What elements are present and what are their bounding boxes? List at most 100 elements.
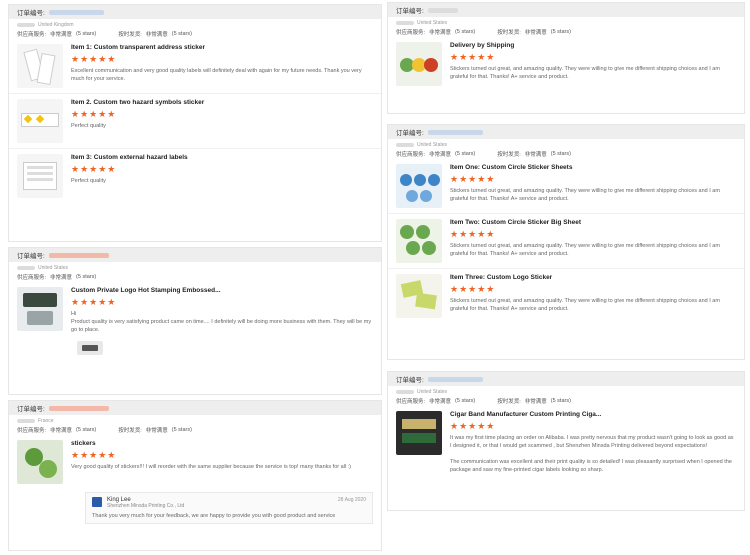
order-header: 订单编号: [9, 5, 381, 19]
order-number-redacted [427, 376, 483, 382]
ontime-label: 按时发货: [118, 427, 142, 434]
ontime-value: 非常满意 [524, 29, 547, 36]
review-item: stickers ★★★★★ Very good quality of stic… [9, 435, 381, 489]
product-image[interactable] [396, 42, 442, 86]
star-rating: ★★★★★ [450, 421, 496, 431]
ontime-label: 按时发货: [497, 398, 521, 405]
buyer-info: United States [388, 17, 744, 26]
item-title[interactable]: Item Three: Custom Logo Sticker [450, 274, 736, 281]
item-title[interactable]: Custom Private Logo Hot Stamping Embosse… [71, 287, 373, 294]
ratings-row: 供应商服务: 非常满意 (5 stars) [9, 271, 381, 282]
ontime-label: 按时发货: [497, 151, 521, 158]
buyer-country: France [38, 418, 54, 424]
star-rating: ★★★★★ [71, 54, 117, 64]
ontime-value: 非常满意 [145, 427, 168, 434]
ontime-stars: (5 stars) [171, 30, 192, 37]
order-number-redacted [427, 129, 483, 135]
ontime-stars: (5 stars) [550, 397, 571, 404]
buyer-country: United States [417, 142, 448, 148]
product-image[interactable] [396, 411, 442, 455]
buyer-info: United States [9, 262, 381, 271]
review-item: Item 2. Custom two hazard symbols sticke… [9, 94, 381, 149]
supplier-reply: King Lee Shenzhen Minsda Printing Co., L… [85, 492, 373, 524]
review-item: Item One: Custom Circle Sticker Sheets ★… [388, 159, 744, 214]
ontime-label: 按时发货: [118, 31, 142, 38]
product-image[interactable] [396, 219, 442, 263]
order-number-label: 订单编号: [396, 377, 424, 384]
buyer-country: United States [417, 389, 448, 395]
item-title[interactable]: Item 1: Custom transparent address stick… [71, 44, 373, 51]
order-card-right-1: 订单编号: United States 供应商服务: 非常满意 (5 stars… [387, 2, 745, 114]
product-image[interactable] [396, 274, 442, 318]
review-item: Cigar Band Manufacturer Custom Printing … [388, 406, 744, 479]
buyer-name-redacted [396, 143, 414, 147]
order-number-redacted [48, 9, 104, 15]
product-image[interactable] [17, 99, 63, 143]
star-rating: ★★★★★ [71, 297, 117, 307]
ontime-value: 非常满意 [145, 31, 168, 38]
product-image[interactable] [17, 287, 63, 331]
review-text: Excellent communication and very good qu… [71, 68, 362, 82]
item-title[interactable]: stickers [71, 440, 373, 447]
buyer-country: United States [417, 20, 448, 26]
buyer-name-redacted [396, 21, 414, 25]
order-card-left-3: 订单编号: France 供应商服务: 非常满意 (5 stars) 按时发货:… [8, 400, 382, 551]
buyer-country: United States [38, 265, 69, 271]
star-rating: ★★★★★ [71, 109, 117, 119]
supplier-service-label: 供应商服务: [396, 151, 426, 158]
buyer-info: United States [388, 139, 744, 148]
item-title[interactable]: Item 2. Custom two hazard symbols sticke… [71, 99, 373, 106]
item-title[interactable]: Delivery by Shipping [450, 42, 736, 49]
reply-company: Shenzhen Minsda Printing Co., Ltd [107, 503, 185, 509]
item-title[interactable]: Item 3: Custom external hazard labels [71, 154, 373, 161]
ontime-stars: (5 stars) [171, 426, 192, 433]
order-number-label: 订单编号: [17, 406, 45, 413]
buyer-country: United Kingdom [38, 22, 74, 28]
order-number-redacted [48, 405, 109, 411]
ratings-row: 供应商服务: 非常满意 (5 stars) 按时发货: 非常满意 (5 star… [388, 148, 744, 159]
product-image[interactable] [17, 440, 63, 484]
ontime-stars: (5 stars) [550, 150, 571, 157]
review-text: Perfect quality [71, 178, 106, 184]
order-header: 订单编号: [388, 3, 744, 17]
product-image[interactable] [17, 44, 63, 88]
ratings-row: 供应商服务: 非常满意 (5 stars) 按时发货: 非常满意 (5 star… [9, 28, 381, 39]
supplier-service-value: 非常满意 [429, 29, 452, 36]
star-rating: ★★★★★ [71, 164, 117, 174]
supplier-service-stars: (5 stars) [76, 273, 97, 280]
product-image[interactable] [396, 164, 442, 208]
star-rating: ★★★★★ [450, 174, 496, 184]
ratings-row: 供应商服务: 非常满意 (5 stars) 按时发货: 非常满意 (5 star… [388, 395, 744, 406]
review-item: Item 3: Custom external hazard labels ★★… [9, 149, 381, 203]
company-logo-icon [92, 497, 102, 507]
item-title[interactable]: Item One: Custom Circle Sticker Sheets [450, 164, 736, 171]
item-title[interactable]: Item Two: Custom Circle Sticker Big Shee… [450, 219, 736, 226]
review-text: Hi Product quality is very satisfying pr… [71, 311, 372, 333]
buyer-info: United States [388, 386, 744, 395]
supplier-service-label: 供应商服务: [396, 29, 426, 36]
order-number-label: 订单编号: [396, 8, 424, 15]
ratings-row: 供应商服务: 非常满意 (5 stars) 按时发货: 非常满意 (5 star… [388, 26, 744, 37]
review-item: Item 1: Custom transparent address stick… [9, 39, 381, 94]
supplier-service-label: 供应商服务: [17, 274, 47, 281]
item-title[interactable]: Cigar Band Manufacturer Custom Printing … [450, 411, 736, 418]
star-rating: ★★★★★ [71, 450, 117, 460]
review-item: Item Two: Custom Circle Sticker Big Shee… [388, 214, 744, 269]
order-header: 订单编号: [388, 372, 744, 386]
supplier-service-stars: (5 stars) [76, 426, 97, 433]
order-number-redacted [427, 7, 458, 13]
supplier-service-stars: (5 stars) [455, 150, 476, 157]
order-card-left-2: 订单编号: United States 供应商服务: 非常满意 (5 stars… [8, 247, 382, 395]
supplier-service-label: 供应商服务: [17, 31, 47, 38]
ontime-value: 非常满意 [524, 151, 547, 158]
ratings-row: 供应商服务: 非常满意 (5 stars) 按时发货: 非常满意 (5 star… [9, 424, 381, 435]
product-image[interactable] [17, 154, 63, 198]
star-rating: ★★★★★ [450, 52, 496, 62]
review-photo[interactable] [77, 341, 103, 355]
ontime-value: 非常满意 [524, 398, 547, 405]
reply-date: 28 Aug 2020 [337, 497, 366, 503]
supplier-service-value: 非常满意 [429, 398, 452, 405]
order-number-redacted [48, 252, 109, 258]
review-text: Stickers turned out great, and amazing q… [450, 188, 720, 202]
review-text: Stickers turned out great, and amazing q… [450, 298, 720, 312]
